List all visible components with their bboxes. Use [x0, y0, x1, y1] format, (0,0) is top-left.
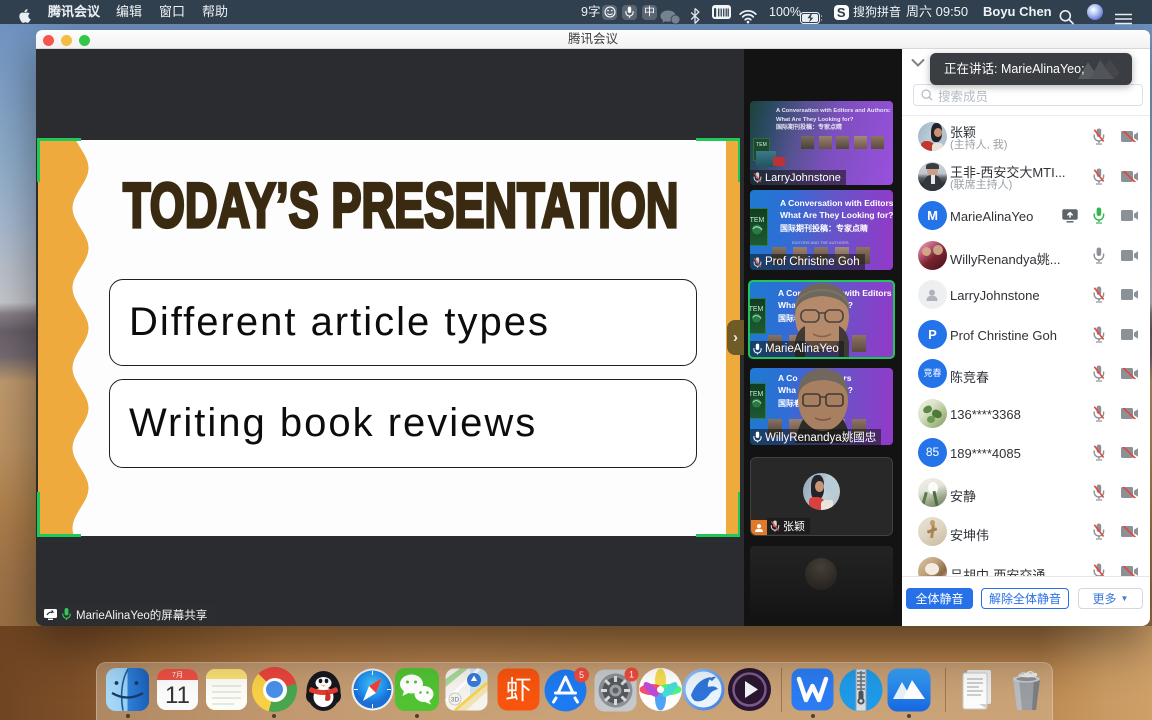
svg-text:3D: 3D [451, 697, 460, 704]
svg-text:7月: 7月 [172, 671, 183, 679]
svg-text:1: 1 [629, 670, 634, 680]
svg-text:虾: 虾 [505, 675, 531, 705]
svg-text:11: 11 [165, 682, 190, 709]
svg-text:5: 5 [579, 670, 584, 680]
